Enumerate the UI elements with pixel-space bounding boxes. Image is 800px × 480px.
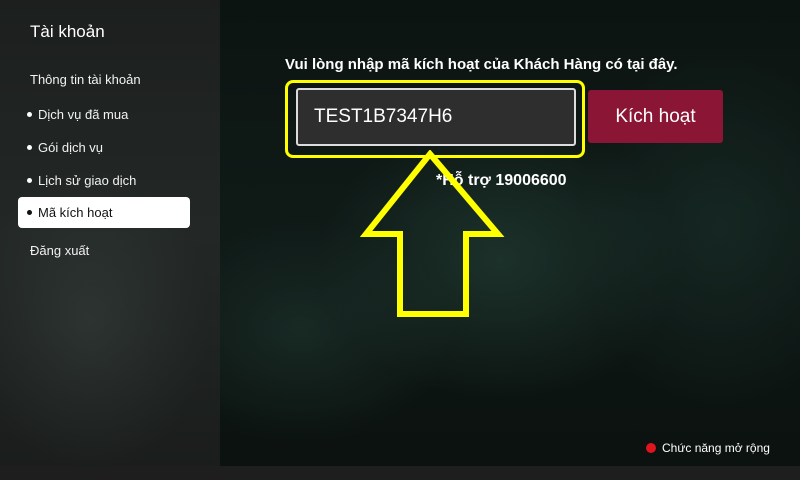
account-sidebar: Tài khoản Thông tin tài khoản Dịch vụ đã…	[0, 0, 220, 466]
extended-features-label: Chức năng mở rộng	[662, 441, 770, 455]
extended-features-hint[interactable]: Chức năng mở rộng	[646, 441, 770, 455]
sidebar-item-logout[interactable]: Đăng xuất	[30, 241, 89, 261]
sidebar-item-account-info[interactable]: Thông tin tài khoản	[30, 70, 141, 90]
sidebar-item-label: Mã kích hoạt	[38, 205, 113, 220]
sidebar-title: Tài khoản	[30, 22, 105, 41]
bottom-strip	[0, 466, 800, 480]
sidebar-item-service-packages[interactable]: Gói dịch vụ	[27, 138, 103, 158]
activation-screen: Tài khoản Thông tin tài khoản Dịch vụ đã…	[0, 0, 800, 480]
sidebar-item-activation-code[interactable]: Mã kích hoạt	[18, 197, 190, 228]
sidebar-item-label: Thông tin tài khoản	[30, 72, 141, 87]
bullet-icon	[27, 112, 32, 118]
activation-code-input[interactable]	[296, 88, 576, 146]
sidebar-item-label: Đăng xuất	[30, 243, 90, 258]
activation-instruction: Vui lòng nhập mã kích hoạt của Khách Hàn…	[285, 56, 678, 73]
sidebar-item-transaction-history[interactable]: Lịch sử giao dịch	[27, 171, 136, 191]
up-arrow-icon	[360, 150, 505, 317]
sidebar-item-purchased-services[interactable]: Dịch vụ đã mua	[27, 105, 128, 125]
activate-button[interactable]: Kích hoạt	[588, 90, 723, 143]
bullet-icon	[27, 178, 32, 184]
bullet-icon	[27, 145, 32, 151]
bullet-icon	[27, 210, 32, 216]
sidebar-item-label: Gói dịch vụ	[38, 140, 104, 155]
red-dot-icon	[646, 442, 656, 453]
sidebar-item-label: Dịch vụ đã mua	[38, 107, 129, 122]
sidebar-item-label: Lịch sử giao dịch	[38, 173, 137, 188]
